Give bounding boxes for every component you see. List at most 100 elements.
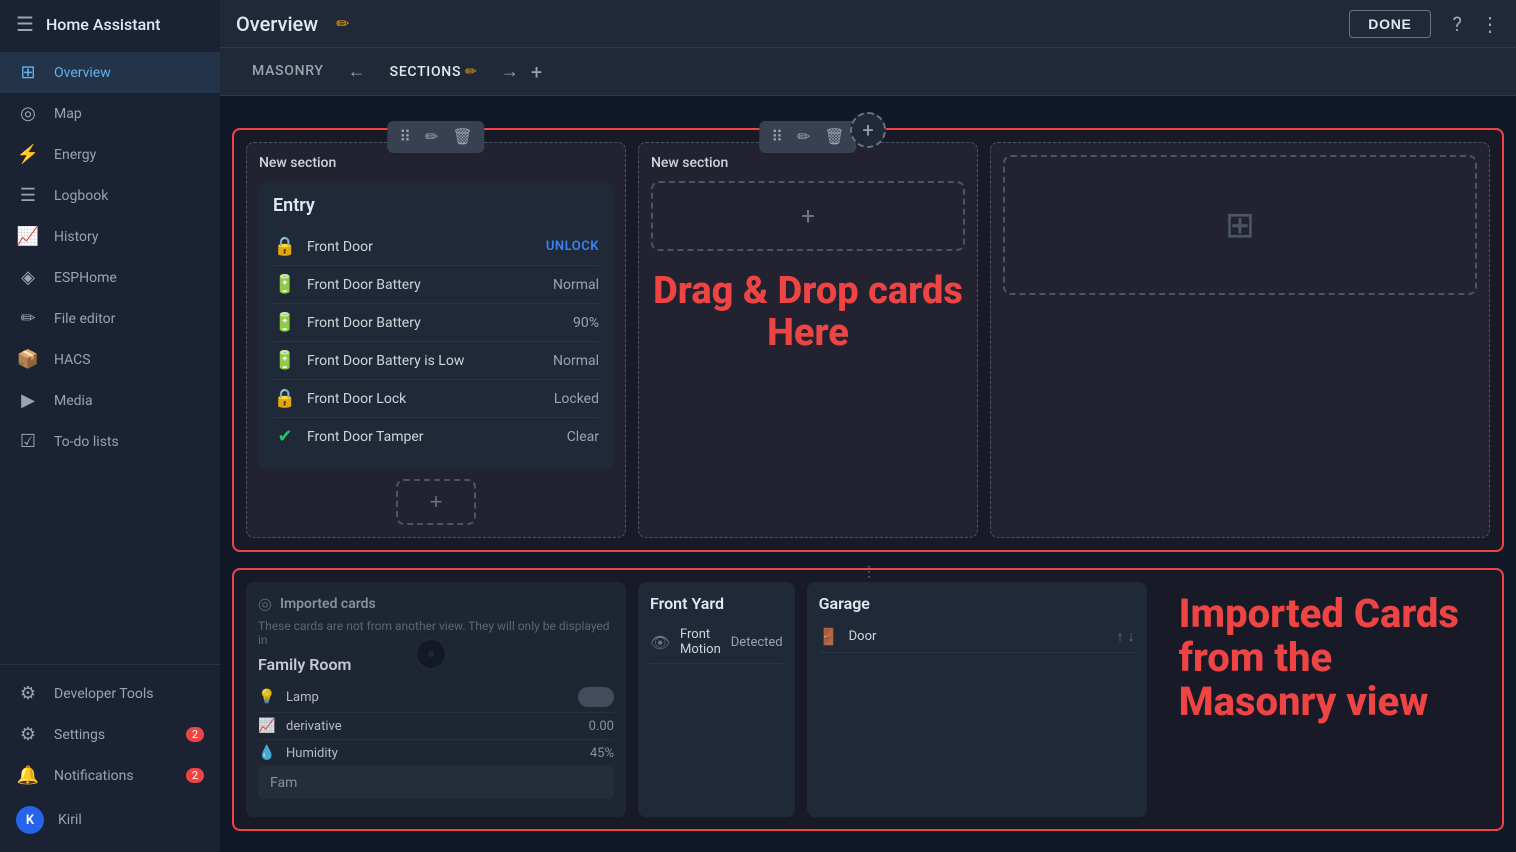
- tab-prev-icon[interactable]: ←: [348, 61, 366, 82]
- divider-handle[interactable]: ⋮: [862, 564, 874, 580]
- family-room-card: ◎ Imported cards These cards are not fro…: [246, 582, 626, 817]
- add-card-top-button[interactable]: +: [850, 112, 886, 148]
- sidebar-item-hacs[interactable]: 📦 HACS: [0, 339, 220, 380]
- sidebar-item-history[interactable]: 📈 History: [0, 216, 220, 257]
- tab-sections[interactable]: SECTIONS ✏: [374, 56, 493, 88]
- media-icon: ▶: [16, 390, 40, 411]
- sidebar-item-label-history: History: [54, 229, 99, 245]
- sidebar: ☰ Home Assistant ⊞ Overview ◎ Map ⚡ Ener…: [0, 0, 220, 852]
- imported-header-text: Imported cards: [280, 596, 376, 612]
- imported-cards-section: ⋮ ◎ Imported cards These cards are not f…: [232, 568, 1504, 831]
- garage-title: Garage: [819, 594, 1135, 613]
- sidebar-item-fileEditor[interactable]: ✏ File editor: [0, 298, 220, 339]
- main-area: Overview ✏ DONE ? ⋮ MASONRY ← SECTIONS ✏…: [220, 0, 1516, 852]
- tabs-edit-icon[interactable]: ✏: [465, 64, 477, 80]
- tab-add-button[interactable]: +: [531, 60, 542, 84]
- unlock-button[interactable]: UNLOCK: [546, 239, 599, 254]
- help-icon[interactable]: ?: [1453, 12, 1462, 36]
- table-row: 🔋 Front Door Battery 90%: [273, 304, 599, 342]
- lamp-icon: 💡: [258, 689, 278, 705]
- section-grid-placeholder: ⊞: [1003, 155, 1477, 295]
- front-yard-title: Front Yard: [650, 594, 783, 613]
- section-2-drag-handle[interactable]: ⠿: [765, 123, 789, 151]
- sidebar-footer: ⚙ Developer Tools ⚙ Settings 2 🔔 Notific…: [0, 664, 220, 852]
- logbook-icon: ☰: [16, 185, 40, 206]
- sidebar-item-label-map: Map: [54, 106, 82, 122]
- section-card-3: ⊞: [990, 142, 1490, 538]
- sidebar-item-devTools[interactable]: ⚙ Developer Tools: [0, 673, 220, 714]
- energy-icon: ⚡: [16, 144, 40, 165]
- tab-sections-label: SECTIONS: [390, 64, 461, 80]
- sidebar-item-user[interactable]: K Kiril: [0, 796, 220, 844]
- sidebar-item-label-todoLists: To-do lists: [54, 434, 119, 450]
- list-item: 💡 Lamp: [258, 682, 614, 713]
- imported-sub-text: These cards are not from another view. T…: [258, 619, 614, 647]
- todoLists-icon: ☑: [16, 431, 40, 452]
- lock-icon: 🔒: [273, 236, 297, 257]
- sidebar-item-label-settings: Settings: [54, 727, 105, 743]
- sidebar-item-todoLists[interactable]: ☑ To-do lists: [0, 421, 220, 462]
- humidity-name: Humidity: [286, 746, 582, 761]
- table-row: 🔋 Front Door Battery Normal: [273, 266, 599, 304]
- table-row: ✔ Front Door Tamper Clear: [273, 418, 599, 455]
- entry-name-battery1: Front Door Battery: [307, 277, 543, 293]
- add-card-button-1[interactable]: +: [396, 479, 477, 525]
- sidebar-item-map[interactable]: ◎ Map: [0, 93, 220, 134]
- tab-next-icon[interactable]: →: [501, 61, 519, 82]
- check-icon: ✔: [273, 426, 297, 447]
- sidebar-item-label-overview: Overview: [54, 65, 111, 81]
- sections-row: ⠿ ✏ 🗑 New section Entry 🔒 Front Door UNL…: [246, 142, 1490, 538]
- sidebar-item-label-notifications: Notifications: [54, 768, 134, 784]
- sidebar-item-notifications[interactable]: 🔔 Notifications 2: [0, 755, 220, 796]
- section-2-delete-button[interactable]: 🗑: [818, 123, 850, 151]
- section-1-edit-button[interactable]: ✏: [419, 123, 444, 151]
- add-card-placeholder-2[interactable]: +: [651, 181, 965, 251]
- garage-down-arrow[interactable]: ↓: [1128, 628, 1135, 645]
- entry-name-battery2: Front Door Battery: [307, 315, 563, 331]
- section-2-label: New section: [651, 155, 965, 171]
- section-card-2: ⠿ ✏ 🗑 New section + Drag & Drop cardsHer…: [638, 142, 978, 538]
- section-2-edit-button[interactable]: ✏: [791, 123, 816, 151]
- section-1-toolbar: ⠿ ✏ 🗑: [387, 121, 484, 153]
- page-title: Overview: [236, 12, 318, 36]
- sidebar-item-media[interactable]: ▶ Media: [0, 380, 220, 421]
- sidebar-item-espHome[interactable]: ◈ ESPHome: [0, 257, 220, 298]
- door-icon: 🚪: [819, 627, 839, 646]
- table-row: 🔒 Front Door UNLOCK: [273, 228, 599, 266]
- section-1-label: New section: [259, 155, 613, 171]
- done-button[interactable]: DONE: [1349, 10, 1430, 38]
- topbar-edit-icon[interactable]: ✏: [336, 14, 349, 33]
- sidebar-item-overview[interactable]: ⊞ Overview: [0, 52, 220, 93]
- sidebar-item-label-hacs: HACS: [54, 352, 91, 368]
- hacs-icon: 📦: [16, 349, 40, 370]
- espHome-icon: ◈: [16, 267, 40, 288]
- humidity-icon: 💧: [258, 745, 278, 761]
- section-1-delete-button[interactable]: 🗑: [446, 123, 478, 151]
- tabs-bar: MASONRY ← SECTIONS ✏ → +: [220, 48, 1516, 96]
- list-item: 🚪 Door ↑ ↓: [819, 621, 1135, 653]
- avatar: K: [16, 806, 44, 834]
- family-room-title: Family Room: [258, 655, 614, 674]
- topbar: Overview ✏ DONE ? ⋮: [220, 0, 1516, 48]
- list-item: 📈 derivative 0.00: [258, 713, 614, 740]
- battery-icon: 🔋: [273, 274, 297, 295]
- sidebar-item-label-logbook: Logbook: [54, 188, 108, 204]
- sidebar-item-logbook[interactable]: ☰ Logbook: [0, 175, 220, 216]
- battery-icon-2: 🔋: [273, 312, 297, 333]
- sidebar-item-settings[interactable]: ⚙ Settings 2: [0, 714, 220, 755]
- more-icon[interactable]: ⋮: [1480, 12, 1500, 36]
- entry-value-battery2: 90%: [573, 315, 599, 331]
- content-area: + ⠿ ✏ 🗑 New section Entry 🔒: [220, 96, 1516, 852]
- tab-masonry[interactable]: MASONRY: [236, 55, 340, 89]
- section-card-1: ⠿ ✏ 🗑 New section Entry 🔒 Front Door UNL…: [246, 142, 626, 538]
- hamburger-icon[interactable]: ☰: [16, 12, 34, 36]
- sidebar-item-energy[interactable]: ⚡ Energy: [0, 134, 220, 175]
- lamp-toggle[interactable]: [578, 687, 614, 707]
- garage-up-arrow[interactable]: ↑: [1117, 628, 1124, 645]
- humidity-value: 45%: [590, 746, 614, 761]
- imported-row: ◎ Imported cards These cards are not fro…: [246, 582, 1490, 817]
- drag-drop-section: + ⠿ ✏ 🗑 New section Entry 🔒: [232, 128, 1504, 552]
- sidebar-item-label-fileEditor: File editor: [54, 311, 115, 327]
- list-item: 👁 Front Motion Detected: [650, 621, 783, 664]
- section-1-drag-handle[interactable]: ⠿: [393, 123, 417, 151]
